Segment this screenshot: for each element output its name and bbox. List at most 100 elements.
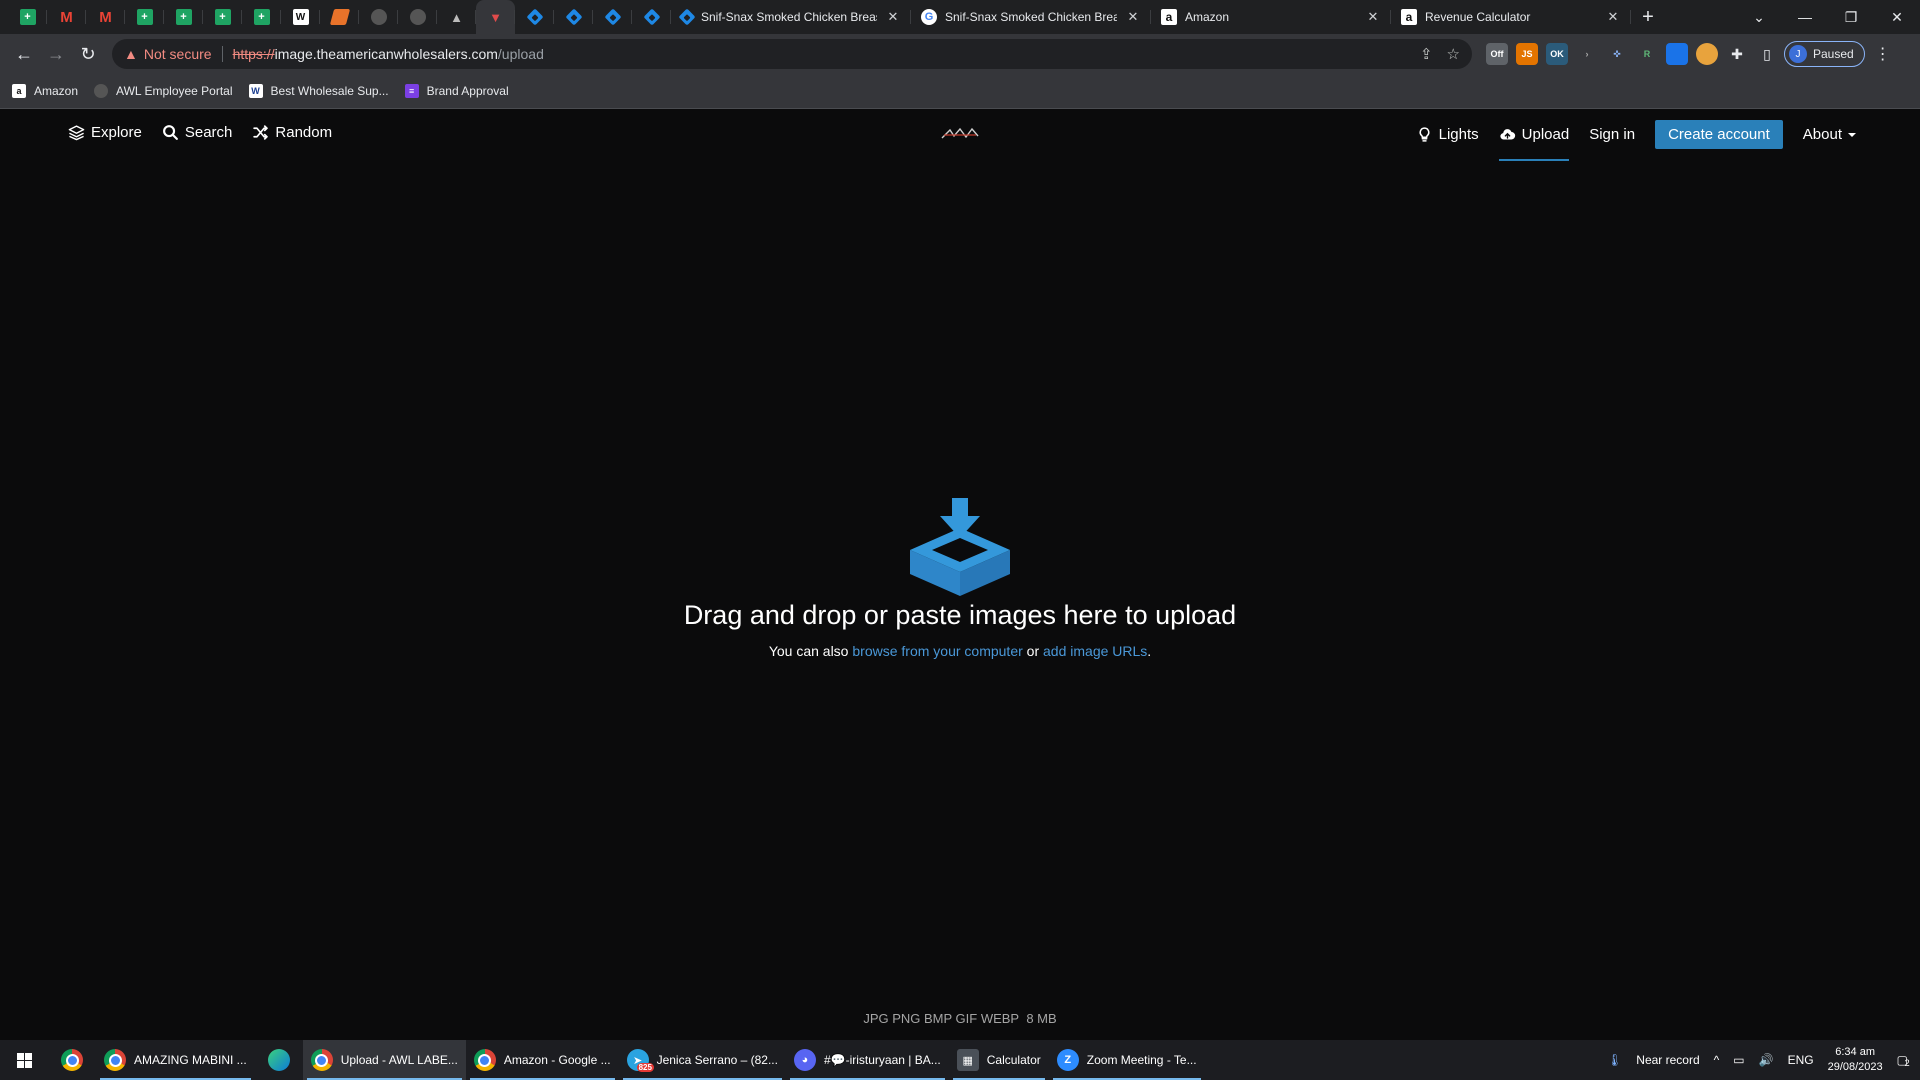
forward-button[interactable]: → <box>40 38 72 70</box>
pinned-tab[interactable] <box>554 0 593 34</box>
bookmark-awl-portal[interactable]: AWL Employee Portal <box>94 84 233 98</box>
close-icon[interactable]: ✕ <box>1125 9 1141 25</box>
pinned-tab-active[interactable]: ▼ <box>476 0 515 34</box>
pinned-tab[interactable]: + <box>125 0 164 34</box>
browser-tab[interactable]: a Amazon ✕ <box>1151 0 1391 34</box>
nav-label: Upload <box>1521 126 1570 143</box>
google-icon: G <box>921 9 937 25</box>
extension-puzzle-blue-icon[interactable]: ✜ <box>1606 43 1628 65</box>
layers-icon <box>68 125 85 141</box>
extension-r-icon[interactable]: R <box>1636 43 1658 65</box>
minimize-button[interactable]: — <box>1782 0 1828 34</box>
profile-button[interactable]: J Paused <box>1784 41 1865 67</box>
close-icon[interactable]: ✕ <box>885 9 901 25</box>
taskbar-edge[interactable] <box>255 1040 303 1080</box>
reload-button[interactable]: ↻ <box>72 38 104 70</box>
tab-title: Snif-Snax Smoked Chicken Breast <box>701 10 877 24</box>
close-icon[interactable]: ✕ <box>1605 9 1621 25</box>
pinned-tab[interactable] <box>398 0 437 34</box>
start-button[interactable] <box>0 1040 48 1080</box>
taskbar-app[interactable]: Z Zoom Meeting - Te... <box>1049 1040 1205 1080</box>
bookmark-best-wholesale[interactable]: W Best Wholesale Sup... <box>248 84 389 98</box>
taskbar-app[interactable]: Amazon - Google ... <box>466 1040 619 1080</box>
network-icon[interactable]: ▭ <box>1733 1053 1744 1067</box>
clock[interactable]: 6:34 am 29/08/2023 <box>1828 1045 1883 1075</box>
nav-label: Lights <box>1438 126 1479 143</box>
taskbar-app[interactable]: ◕ #💬-iristuryaan | BA... <box>786 1040 949 1080</box>
taskbar-app[interactable]: AMAZING MABINI ... <box>96 1040 255 1080</box>
nav-search[interactable]: Search <box>162 124 232 141</box>
amazon-icon: a <box>12 84 26 98</box>
pinned-tab[interactable] <box>593 0 632 34</box>
extension-button[interactable]: JS <box>1516 43 1538 65</box>
pinned-tab[interactable]: M <box>47 0 86 34</box>
tab-title: Amazon <box>1185 10 1230 24</box>
taskbar-app[interactable]: ➤ 825 Jenica Serrano – (82... <box>619 1040 786 1080</box>
restore-button[interactable]: ❐ <box>1828 0 1874 34</box>
browser-tab[interactable]: G Snif-Snax Smoked Chicken Breast ✕ <box>911 0 1151 34</box>
pinned-tab[interactable]: + <box>8 0 47 34</box>
extension-fba-icon[interactable] <box>1666 43 1688 65</box>
nav-explore[interactable]: Explore <box>68 124 142 141</box>
taskbar-app-label: #💬-iristuryaan | BA... <box>823 1053 941 1067</box>
pinned-tab[interactable] <box>359 0 398 34</box>
pinned-tab[interactable] <box>515 0 554 34</box>
browse-computer-link[interactable]: browse from your computer <box>852 643 1022 659</box>
pinned-tab[interactable]: ▲ <box>437 0 476 34</box>
pinned-tab[interactable]: + <box>203 0 242 34</box>
discord-icon: ◕ <box>793 1049 816 1071</box>
browser-tab[interactable]: a Revenue Calculator ✕ <box>1391 0 1631 34</box>
taskbar-chrome-pinned[interactable] <box>48 1040 96 1080</box>
new-tab-button[interactable]: + <box>1631 0 1665 34</box>
taskbar-app[interactable]: ▦ Calculator <box>949 1040 1049 1080</box>
site-nav-left: Explore Search Random <box>68 124 332 141</box>
taskbar-app-label: AMAZING MABINI ... <box>134 1053 247 1067</box>
extension-button[interactable]: Off <box>1486 43 1508 65</box>
extension-orange-circle-icon[interactable] <box>1696 43 1718 65</box>
nav-random[interactable]: Random <box>252 124 332 141</box>
volume-icon[interactable]: 🔊 <box>1759 1053 1774 1067</box>
system-tray: 🌡 Near record ^ ▭ 🔊 ENG 6:34 am 29/08/20… <box>1607 1045 1920 1075</box>
add-image-urls-link[interactable]: add image URLs <box>1043 643 1147 659</box>
browser-tab[interactable]: Snif-Snax Smoked Chicken Breast ✕ <box>671 0 911 34</box>
more-menu-icon[interactable]: ⋮ <box>1871 44 1895 64</box>
nav-signin[interactable]: Sign in <box>1589 121 1635 149</box>
amazon-icon: a <box>1401 9 1417 25</box>
bookmark-brand-approval[interactable]: ≡ Brand Approval <box>404 84 509 98</box>
taskbar-app-label: Zoom Meeting - Te... <box>1086 1053 1197 1067</box>
nav-lights[interactable]: Lights <box>1416 121 1479 149</box>
close-window-button[interactable]: ✕ <box>1874 0 1920 34</box>
site-logo[interactable] <box>940 124 980 144</box>
tab-search-chevron-icon[interactable]: ⌄ <box>1736 0 1782 34</box>
pinned-tab[interactable]: W <box>281 0 320 34</box>
bookmark-amazon[interactable]: a Amazon <box>12 84 78 98</box>
close-icon[interactable]: ✕ <box>1365 9 1381 25</box>
pinned-tab[interactable] <box>632 0 671 34</box>
pinned-tab[interactable]: M <box>86 0 125 34</box>
side-panel-icon[interactable]: ▯ <box>1756 43 1778 65</box>
url-host: image.theamericanwholesalers.com <box>274 46 498 62</box>
cloud-upload-icon <box>1500 129 1515 140</box>
nav-about[interactable]: About <box>1803 121 1856 149</box>
extensions-puzzle-icon[interactable]: ✚ <box>1726 43 1748 65</box>
create-account-button[interactable]: Create account <box>1655 120 1783 149</box>
security-label[interactable]: Not secure <box>144 46 212 62</box>
pinned-tab[interactable]: + <box>164 0 203 34</box>
pinned-tab[interactable] <box>320 0 359 34</box>
notifications-icon[interactable]: ▢ 2 <box>1897 1053 1910 1068</box>
chrome-icon <box>473 1049 496 1071</box>
extension-arrow-icon[interactable]: › <box>1576 43 1598 65</box>
bookmark-star-icon[interactable]: ☆ <box>1447 45 1460 63</box>
language-indicator[interactable]: ENG <box>1788 1053 1814 1067</box>
address-bar[interactable]: ▲ Not secure https:// image.theamericanw… <box>112 39 1472 69</box>
weather-text[interactable]: Near record <box>1636 1053 1699 1067</box>
pinned-tab[interactable]: + <box>242 0 281 34</box>
chrome-icon <box>104 1049 126 1071</box>
upload-tray-icon[interactable] <box>908 498 1012 596</box>
nav-upload[interactable]: Upload <box>1498 121 1570 161</box>
chevron-up-icon[interactable]: ^ <box>1714 1053 1720 1067</box>
extension-button[interactable]: OK <box>1546 43 1568 65</box>
back-button[interactable]: ← <box>8 38 40 70</box>
share-icon[interactable]: ⇪ <box>1420 45 1433 63</box>
taskbar-app-active[interactable]: Upload - AWL LABE... <box>302 1040 466 1080</box>
